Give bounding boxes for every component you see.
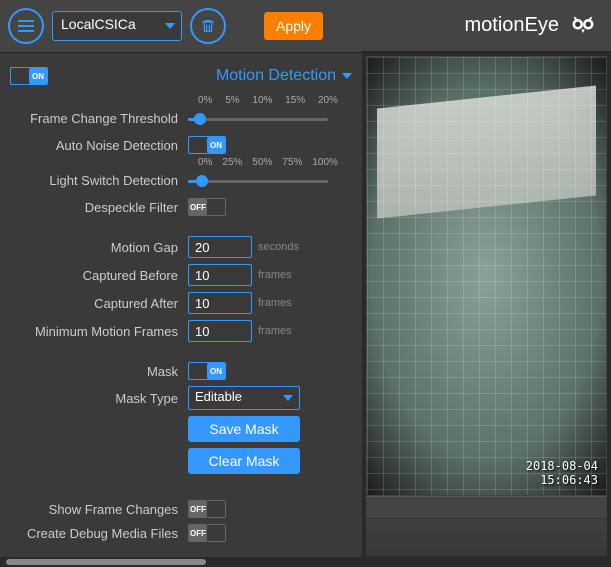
scrollbar-thumb[interactable]: [6, 559, 206, 565]
create-debug-media-toggle[interactable]: OFF: [188, 524, 226, 542]
light-switch-ticks: 0%25%50%75%100%: [198, 157, 338, 168]
settings-body: ON Motion Detection 0%5%10%15%20% Frame …: [0, 53, 362, 557]
captured-before-input[interactable]: [188, 264, 252, 286]
unit-frames: frames: [258, 297, 292, 309]
motion-detection-section-header[interactable]: ON Motion Detection: [8, 53, 354, 95]
preview-controls-panel: [366, 496, 607, 556]
settings-header: LocalCSICa Apply: [0, 0, 362, 53]
unit-frames: frames: [258, 325, 292, 337]
horizontal-scrollbar[interactable]: [0, 557, 362, 567]
chevron-down-icon: [283, 395, 293, 401]
camera-selector[interactable]: LocalCSICa: [52, 11, 182, 41]
trash-icon: [200, 18, 216, 34]
auto-noise-detection-label: Auto Noise Detection: [8, 138, 188, 153]
camera-preview[interactable]: 2018-08-04 15:06:43: [366, 56, 607, 496]
mask-grid-overlay: [367, 57, 606, 495]
section-enable-toggle[interactable]: ON: [10, 67, 48, 85]
motion-notifications-section-header[interactable]: Motion Notifications: [8, 545, 354, 557]
delete-camera-button[interactable]: [190, 8, 226, 44]
frame-change-threshold-label: Frame Change Threshold: [8, 111, 188, 126]
captured-after-label: Captured After: [8, 296, 188, 311]
menu-button[interactable]: [8, 8, 44, 44]
despeckle-filter-toggle[interactable]: OFF: [188, 198, 226, 216]
motion-gap-label: Motion Gap: [8, 240, 188, 255]
motion-gap-input[interactable]: [188, 236, 252, 258]
create-debug-media-label: Create Debug Media Files: [8, 526, 188, 541]
frame-change-threshold-slider[interactable]: [188, 112, 328, 126]
captured-before-label: Captured Before: [8, 268, 188, 283]
minimum-motion-frames-label: Minimum Motion Frames: [8, 324, 188, 339]
camera-name: LocalCSICa: [61, 16, 136, 32]
show-frame-changes-toggle[interactable]: OFF: [188, 500, 226, 518]
chevron-down-icon: [165, 23, 175, 29]
chevron-down-icon: [342, 73, 352, 79]
mask-toggle[interactable]: ON: [188, 362, 226, 380]
show-frame-changes-label: Show Frame Changes: [8, 502, 188, 517]
owl-icon: [569, 12, 597, 40]
camera-preview-area: 2018-08-04 15:06:43: [362, 52, 611, 567]
mask-label: Mask: [8, 364, 188, 379]
brand-header: motionEye: [362, 0, 611, 52]
despeckle-filter-label: Despeckle Filter: [8, 200, 188, 215]
light-switch-detection-slider[interactable]: [188, 174, 328, 188]
unit-frames: frames: [258, 269, 292, 281]
brand-title: motionEye: [465, 14, 560, 37]
apply-button[interactable]: Apply: [264, 12, 323, 40]
captured-after-input[interactable]: [188, 292, 252, 314]
mask-type-select[interactable]: Editable: [188, 386, 300, 410]
minimum-motion-frames-input[interactable]: [188, 320, 252, 342]
section-title: Motion Detection: [216, 67, 336, 85]
save-mask-button[interactable]: Save Mask: [188, 416, 300, 442]
preview-timestamp: 2018-08-04 15:06:43: [526, 459, 598, 487]
clear-mask-button[interactable]: Clear Mask: [188, 448, 300, 474]
unit-seconds: seconds: [258, 241, 299, 253]
mask-type-label: Mask Type: [8, 391, 188, 406]
threshold-ticks: 0%5%10%15%20%: [198, 95, 338, 106]
light-switch-detection-label: Light Switch Detection: [8, 173, 188, 188]
auto-noise-detection-toggle[interactable]: ON: [188, 136, 226, 154]
